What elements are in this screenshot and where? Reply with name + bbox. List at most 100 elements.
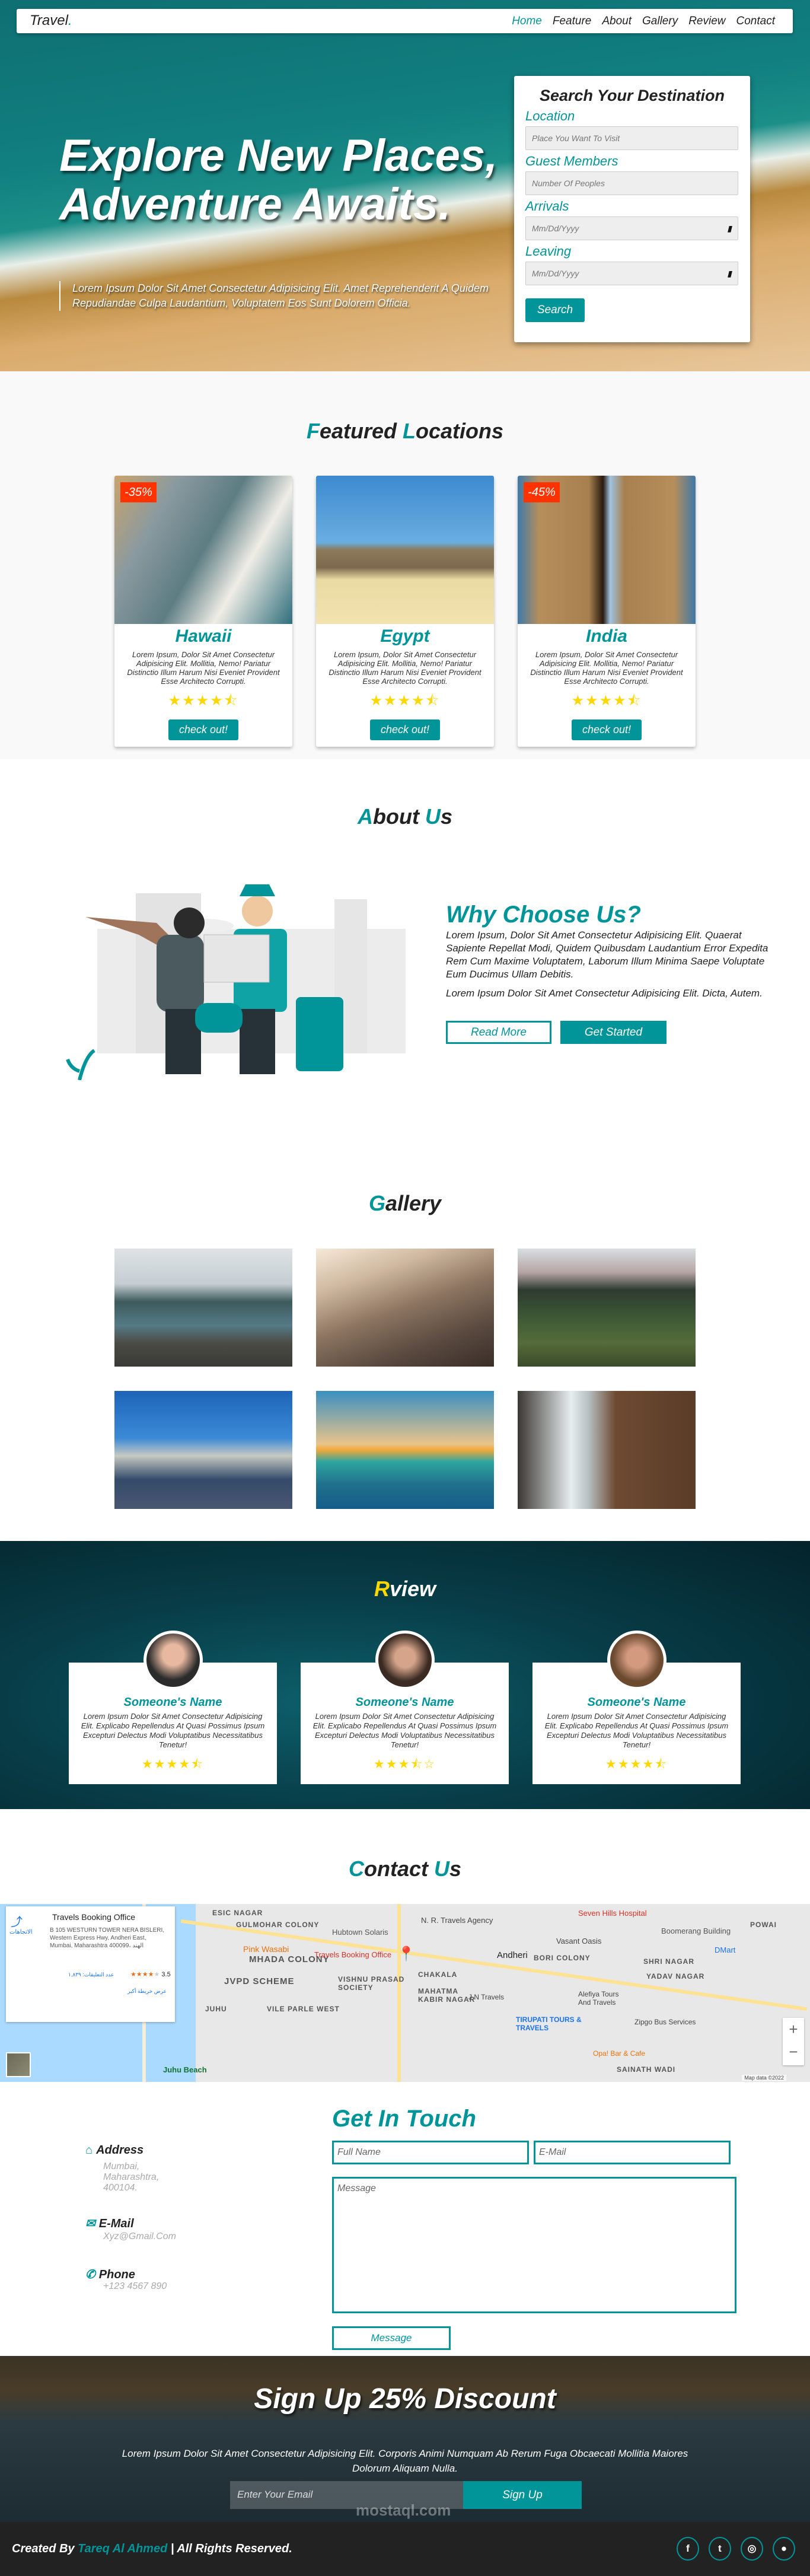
author-link[interactable]: Tareq Al Ahmed bbox=[78, 2542, 167, 2555]
gallery-image[interactable] bbox=[316, 1249, 494, 1367]
about-paragraph-2: Lorem Ipsum Dolor Sit Amet Consectetur A… bbox=[446, 988, 763, 999]
nav-review[interactable]: Review bbox=[688, 15, 725, 28]
map-label: Alefiya Tours And Travels bbox=[578, 1990, 619, 2007]
hero-section: Travel. Home Feature About Gallery Revie… bbox=[0, 0, 810, 371]
full-name-input[interactable]: Full Name bbox=[332, 2141, 529, 2164]
about-title: About Us bbox=[358, 804, 452, 829]
check-out-button[interactable]: check out! bbox=[168, 719, 238, 740]
nav-gallery[interactable]: Gallery bbox=[642, 15, 678, 28]
location-label: Location bbox=[525, 109, 575, 123]
map-label: Vasant Oasis bbox=[556, 1937, 602, 1945]
signup-paragraph: Lorem Ipsum Dolor Sit Amet Consectetur A… bbox=[122, 2448, 688, 2474]
gallery-section: Gallery bbox=[0, 1157, 810, 1541]
map-label: SAINATH WADI bbox=[617, 2065, 676, 2074]
navbar: Travel. Home Feature About Gallery Revie… bbox=[17, 9, 793, 33]
rating-stars: ★★★★⯪ bbox=[168, 693, 239, 709]
map-info-card: ⤴ الاتجاهات Travels Booking Office B 105… bbox=[6, 1906, 175, 2022]
location-desc: Lorem Ipsum, Dolor Sit Amet Consectetur … bbox=[127, 650, 280, 686]
signup-title: Sign Up 25% Discount bbox=[254, 2383, 556, 2415]
featured-title: Featured Locations bbox=[306, 419, 504, 443]
google-map[interactable]: ESIC NAGAR GULMOHAR COLONY MHADA COLONY … bbox=[0, 1904, 810, 2082]
leaving-date-input[interactable]: Mm/Dd/Yyyy ▮ bbox=[525, 262, 738, 285]
map-label: Juhu Beach bbox=[163, 2065, 207, 2074]
gallery-image[interactable] bbox=[518, 1249, 696, 1367]
facebook-icon[interactable]: f bbox=[677, 2537, 699, 2561]
nav-about[interactable]: About bbox=[602, 15, 632, 28]
search-button[interactable]: Search bbox=[525, 298, 585, 322]
avatar bbox=[375, 1631, 435, 1690]
map-label: VISHNU PRASAD SOCIETY bbox=[338, 1975, 405, 1992]
map-label: ESIC NAGAR bbox=[212, 1909, 263, 1917]
satellite-toggle[interactable] bbox=[6, 2052, 31, 2077]
review-title: Rview bbox=[374, 1577, 436, 1601]
logo[interactable]: Travel. bbox=[30, 12, 72, 29]
location-card: -45% India Lorem Ipsum, Dolor Sit Amet C… bbox=[518, 476, 696, 747]
gallery-image[interactable] bbox=[518, 1391, 696, 1509]
directions-icon[interactable]: ⤴ bbox=[11, 1912, 23, 1929]
avatar bbox=[607, 1631, 667, 1690]
map-reviews-link[interactable]: عدد التعليقات: ١,٨٣٩ bbox=[68, 1972, 114, 1978]
map-label: Andheri bbox=[497, 1950, 528, 1960]
get-started-button[interactable]: Get Started bbox=[560, 1021, 667, 1044]
map-label: TIRUPATI TOURS & TRAVELS bbox=[516, 2015, 582, 2032]
travelers-illustration bbox=[66, 884, 406, 1080]
larger-map-link[interactable]: عرض خريطة أكبر bbox=[127, 1988, 167, 1995]
instagram-icon[interactable]: ◎ bbox=[741, 2537, 763, 2561]
check-out-button[interactable]: check out! bbox=[370, 719, 440, 740]
map-label: BORI COLONY bbox=[534, 1954, 591, 1962]
map-label: VILE PARLE WEST bbox=[267, 2005, 340, 2013]
nav-feature[interactable]: Feature bbox=[553, 15, 591, 28]
check-out-button[interactable]: check out! bbox=[572, 719, 642, 740]
contact-title: Contact Us bbox=[348, 1857, 462, 1881]
nav-home[interactable]: Home bbox=[512, 15, 542, 28]
featured-section: Featured Locations -35% Hawaii Lorem Ips… bbox=[0, 371, 810, 759]
location-card: Egypt Lorem Ipsum, Dolor Sit Amet Consec… bbox=[316, 476, 494, 747]
email-value: Xyz@Gmail.Com bbox=[103, 2231, 176, 2241]
get-in-touch-heading: Get In Touch bbox=[332, 2106, 476, 2132]
arrivals-date-input[interactable]: Mm/Dd/Yyyy ▮ bbox=[525, 216, 738, 240]
reviewer-name: Someone's Name bbox=[355, 1696, 454, 1709]
review-section: Rview Someone's Name Lorem Ipsum Dolor S… bbox=[0, 1541, 810, 1809]
email-heading: ✉ E-Mail bbox=[85, 2217, 134, 2230]
review-text: Lorem Ipsum Dolor Sit Amet Consectetur A… bbox=[81, 1712, 265, 1749]
github-icon[interactable]: ● bbox=[773, 2537, 795, 2561]
zoom-out-button[interactable]: − bbox=[783, 2040, 804, 2063]
zoom-in-button[interactable]: + bbox=[783, 2018, 804, 2040]
nav-links: Home Feature About Gallery Review Contac… bbox=[512, 15, 775, 28]
send-message-button[interactable]: Message bbox=[332, 2326, 451, 2350]
gallery-image[interactable] bbox=[316, 1391, 494, 1509]
calendar-icon[interactable]: ▮ bbox=[727, 269, 732, 279]
review-card: Someone's Name Lorem Ipsum Dolor Sit Ame… bbox=[301, 1631, 509, 1784]
contact-section: Contact Us ESIC NAGAR GULMOHAR COLONY MH… bbox=[0, 1809, 810, 2356]
nav-contact[interactable]: Contact bbox=[736, 15, 775, 28]
map-rating: ★★★★★ 3.5 bbox=[130, 1971, 171, 1978]
reviewer-name: Someone's Name bbox=[587, 1696, 686, 1709]
map-label: Travels Booking Office bbox=[314, 1950, 392, 1959]
map-label: CHAKALA bbox=[418, 1970, 458, 1979]
rating-stars: ★★★⯪☆ bbox=[373, 1757, 436, 1771]
address-value: Mumbai, Maharashtra, 400104. bbox=[103, 2161, 160, 2193]
guests-label: Guest Members bbox=[525, 154, 618, 168]
twitter-icon[interactable]: t bbox=[709, 2537, 731, 2561]
hero-paragraph: Lorem Ipsum Dolor Sit Amet Consectetur A… bbox=[59, 281, 498, 311]
location-card: -35% Hawaii Lorem Ipsum, Dolor Sit Amet … bbox=[114, 476, 292, 747]
calendar-icon[interactable]: ▮ bbox=[727, 224, 732, 234]
discount-badge: -35% bbox=[120, 482, 157, 502]
home-icon: ⌂ bbox=[85, 2144, 93, 2157]
location-input[interactable]: Place You Want To Visit bbox=[525, 126, 738, 150]
map-label: GULMOHAR COLONY bbox=[236, 1921, 320, 1929]
why-choose-heading: Why Choose Us? bbox=[446, 902, 641, 928]
read-more-button[interactable]: Read More bbox=[446, 1021, 551, 1044]
directions-link[interactable]: الاتجاهات bbox=[9, 1929, 33, 1935]
phone-value: +123 4567 890 bbox=[103, 2281, 167, 2291]
message-textarea[interactable]: Message bbox=[332, 2177, 736, 2313]
discount-badge: -45% bbox=[524, 482, 560, 502]
map-place-name: Travels Booking Office bbox=[52, 1912, 136, 1922]
gallery-image[interactable] bbox=[114, 1249, 292, 1367]
gallery-image[interactable] bbox=[114, 1391, 292, 1509]
map-pin-icon[interactable]: 📍 bbox=[397, 1945, 415, 1963]
email-input[interactable]: E-Mail bbox=[534, 2141, 731, 2164]
guests-input[interactable]: Number Of Peoples bbox=[525, 171, 738, 195]
map-label: Opa! Bar & Cafe bbox=[593, 2049, 646, 2058]
signup-button[interactable]: Sign Up bbox=[463, 2481, 582, 2509]
